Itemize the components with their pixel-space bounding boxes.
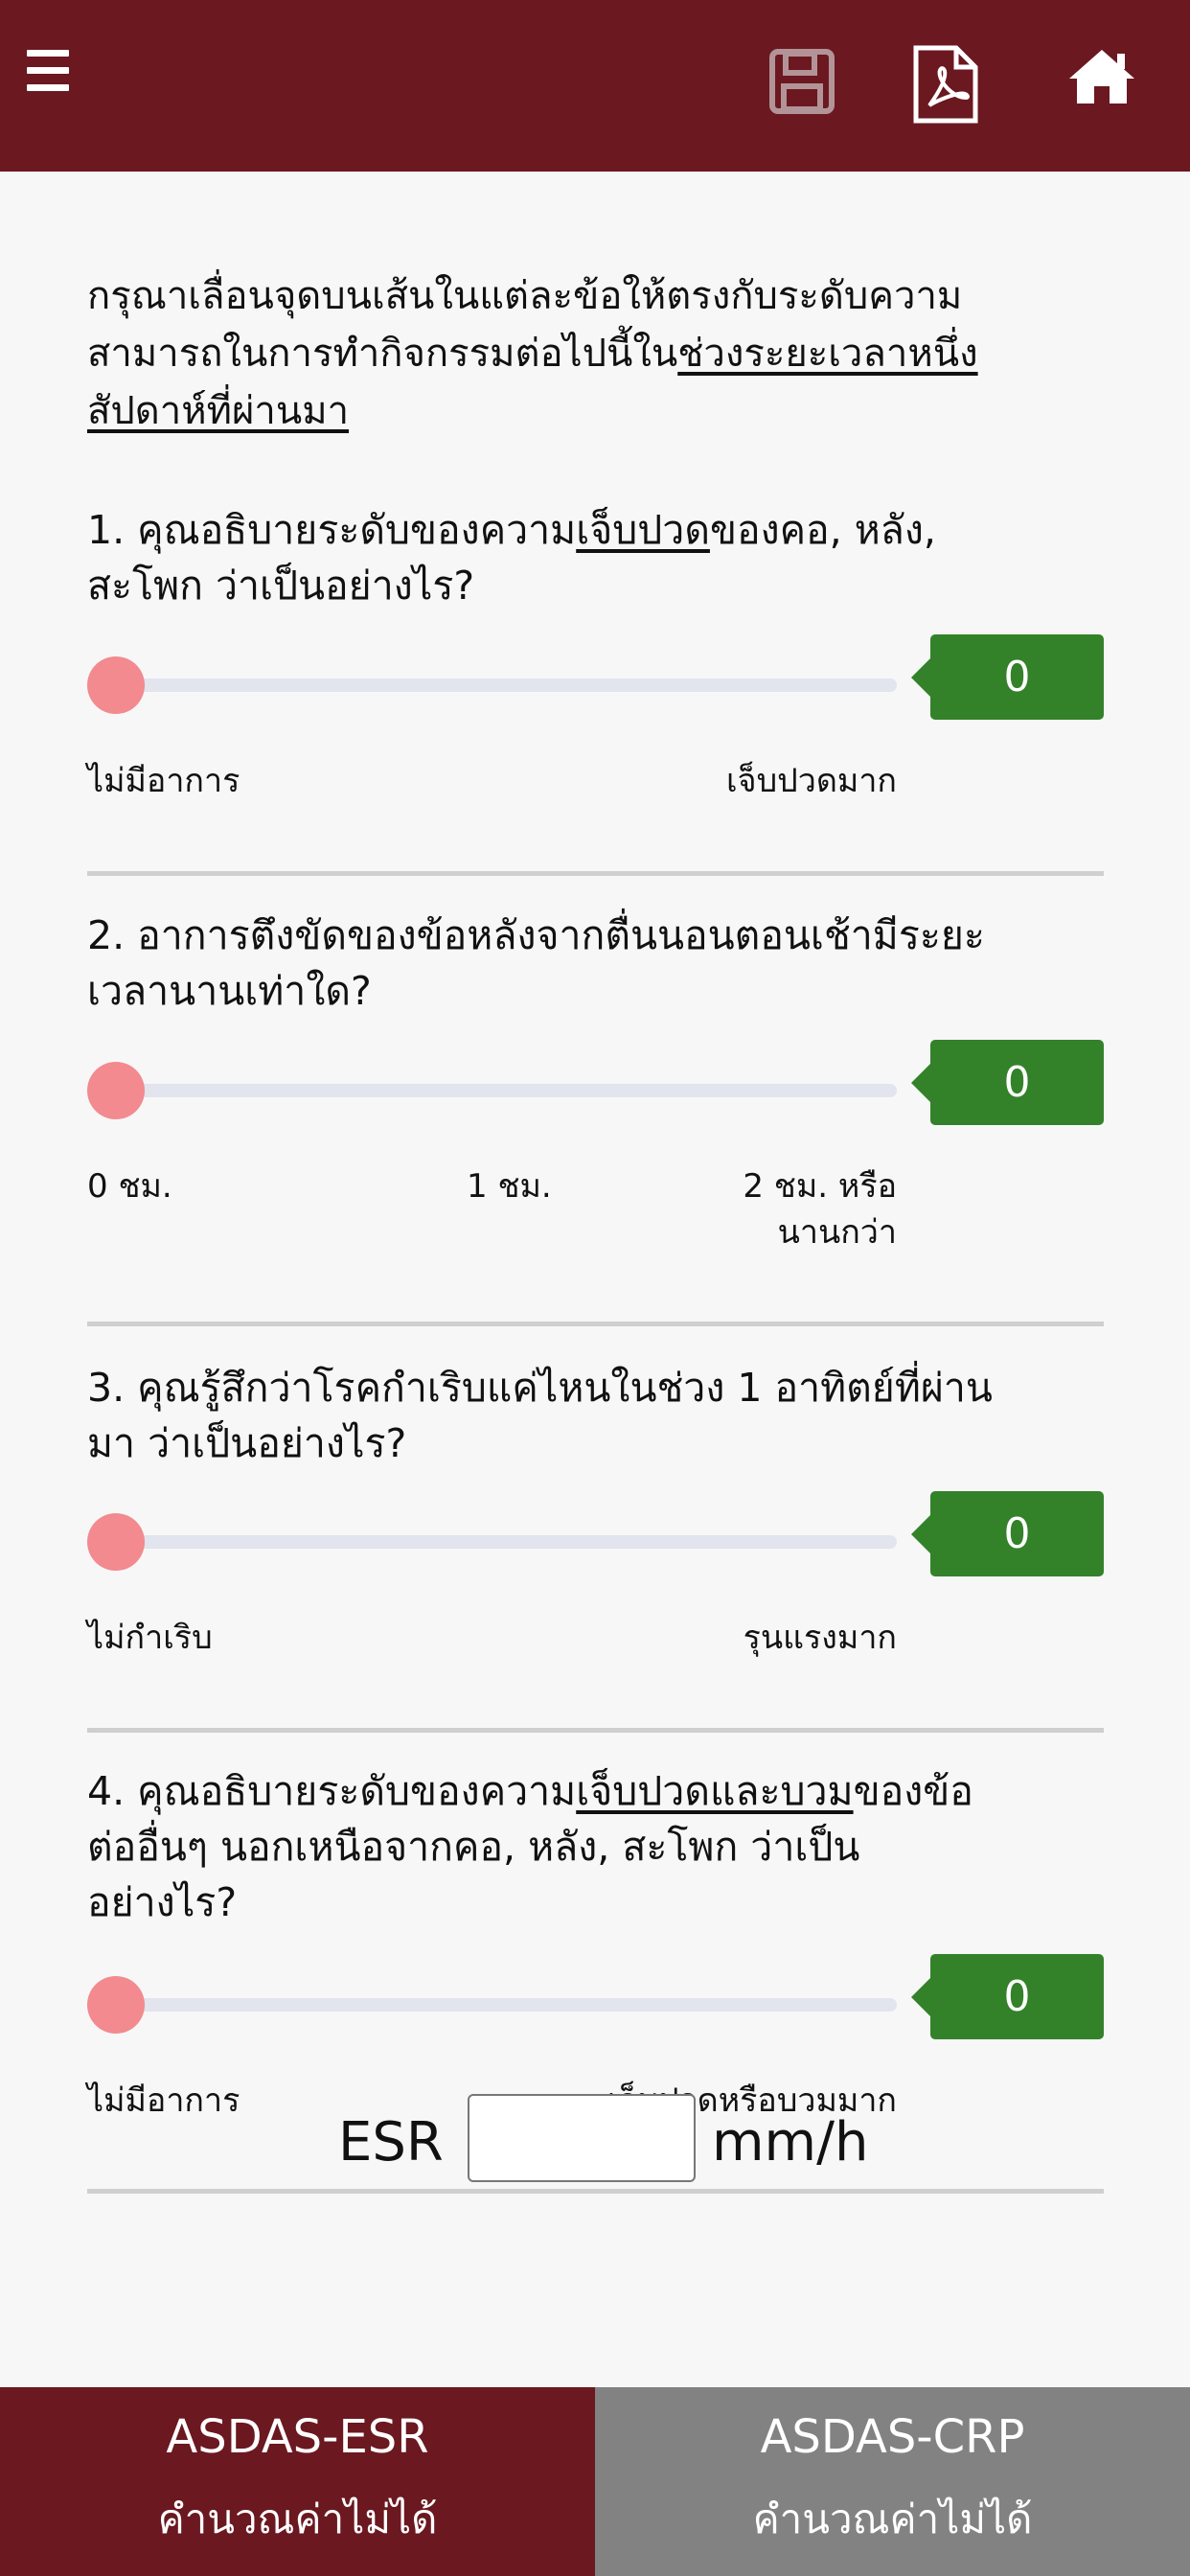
- slider-track: [97, 1084, 897, 1097]
- question-1-max-label: เจ็บปวดมาก: [726, 762, 897, 800]
- asdas-esr-result-button[interactable]: ASDAS-ESR คำนวณค่าไม่ได้: [0, 2387, 595, 2576]
- question-2-text: 2. อาการตึงขัดของข้อหลังจากตื่นนอนตอนเช้…: [87, 912, 985, 1014]
- slider-thumb[interactable]: [87, 1062, 145, 1119]
- intro-line-1: กรุณาเลื่อนจุดบนเส้นในแต่ละข้อให้ตรงกับร…: [87, 274, 963, 318]
- asdas-crp-label: ASDAS-CRP: [760, 2410, 1025, 2464]
- question-2-value: 0: [911, 1040, 1104, 1125]
- slider-track: [97, 1535, 897, 1549]
- question-1-slider[interactable]: [87, 656, 897, 715]
- asdas-esr-label: ASDAS-ESR: [166, 2410, 429, 2464]
- question-4-value: 0: [911, 1954, 1104, 2039]
- slider-thumb[interactable]: [87, 1976, 145, 2034]
- question-3-slider[interactable]: [87, 1513, 897, 1572]
- question-2-mid-label: 1 ชม.: [467, 1167, 552, 1206]
- esr-row: ESR mm/h: [0, 2094, 1190, 2192]
- slider-thumb[interactable]: [87, 656, 145, 714]
- instructions: กรุณาเลื่อนจุดบนเส้นในแต่ละข้อให้ตรงกับร…: [87, 267, 1122, 440]
- question-3-text: 3. คุณรู้สึกว่าโรคกำเริบแค่ไหนในช่วง 1 อ…: [87, 1365, 993, 1466]
- question-3-max-label: รุนแรงมาก: [743, 1619, 897, 1657]
- divider: [87, 871, 1104, 876]
- hamburger-menu-icon[interactable]: [27, 50, 73, 98]
- question-2-max-label: 2 ชม. หรือ นานกว่า: [743, 1167, 897, 1252]
- question-1-min-label: ไม่มีอาการ: [87, 762, 240, 800]
- intro-line-2: สามารถในการทำกิจกรรมต่อไปนี้ในช่วงระยะเว…: [87, 332, 978, 376]
- home-icon[interactable]: [1067, 46, 1136, 111]
- intro-line-3: สัปดาห์ที่ผ่านมา: [87, 389, 350, 433]
- asdas-crp-result-button[interactable]: ASDAS-CRP คำนวณค่าไม่ได้: [595, 2387, 1190, 2576]
- question-4-text: 4. คุณอธิบายระดับของความเจ็บปวดและบวมของ…: [87, 1768, 973, 1925]
- question-3-min-label: ไม่กำเริบ: [87, 1619, 213, 1657]
- asdas-crp-value: คำนวณค่าไม่ได้: [752, 2496, 1033, 2542]
- top-app-bar: [0, 0, 1190, 172]
- esr-label: ESR: [338, 2111, 444, 2174]
- slider-track: [97, 678, 897, 692]
- divider: [87, 1322, 1104, 1326]
- question-2-slider[interactable]: [87, 1062, 897, 1120]
- slider-thumb[interactable]: [87, 1513, 145, 1571]
- asdas-esr-value: คำนวณค่าไม่ได้: [157, 2496, 438, 2542]
- esr-unit: mm/h: [712, 2111, 869, 2174]
- question-4-slider[interactable]: [87, 1976, 897, 2035]
- esr-input[interactable]: [468, 2094, 696, 2182]
- question-3-value: 0: [911, 1491, 1104, 1576]
- question-1-value: 0: [911, 634, 1104, 720]
- question-2-min-label: 0 ชม.: [87, 1167, 172, 1206]
- pdf-icon[interactable]: [910, 44, 979, 128]
- divider: [87, 1728, 1104, 1733]
- question-1-text: 1. คุณอธิบายระดับของความเจ็บปวดของคอ, หล…: [87, 507, 936, 609]
- save-icon[interactable]: [767, 46, 837, 121]
- slider-track: [97, 1998, 897, 2012]
